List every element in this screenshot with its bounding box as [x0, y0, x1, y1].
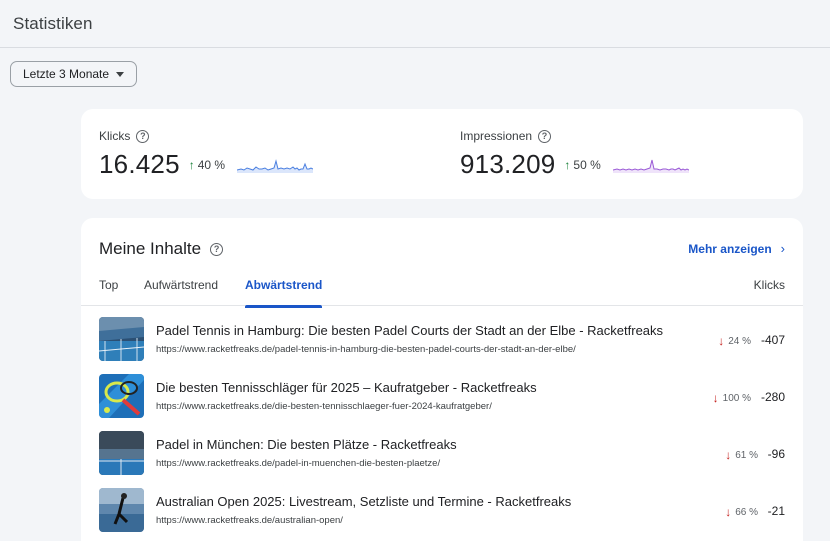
row-url: https://www.racketfreaks.de/die-besten-t…	[156, 401, 492, 412]
row-title[interactable]: Padel Tennis in Hamburg: Die besten Pade…	[156, 323, 663, 338]
row-change-value: 66 %	[735, 506, 758, 518]
column-header-clicks[interactable]: Klicks	[754, 278, 785, 292]
page-title: Statistiken	[13, 14, 93, 33]
trend-indicator: ↑ 40 %	[189, 158, 225, 172]
row-change-value: 61 %	[735, 449, 758, 461]
row-url: https://www.racketfreaks.de/padel-tennis…	[156, 344, 576, 355]
content-card: Meine Inhalte ? Mehr anzeigen › Top Aufw…	[81, 218, 803, 541]
help-icon[interactable]: ?	[210, 242, 224, 256]
row-title[interactable]: Die besten Tennisschläger für 2025 – Kau…	[156, 380, 537, 395]
list-item[interactable]: Die besten Tennisschläger für 2025 – Kau…	[81, 374, 803, 420]
arrow-up-icon: ↑	[564, 157, 571, 172]
row-change: ↓ 66 %	[725, 505, 758, 519]
arrow-down-icon: ↓	[725, 448, 732, 462]
date-range-select[interactable]: Letzte 3 Monate	[10, 61, 137, 87]
row-clicks: -21	[767, 504, 785, 518]
help-icon[interactable]: ?	[136, 129, 150, 143]
metric-clicks: Klicks ? 16.425 ↑ 40 %	[99, 109, 439, 199]
row-clicks: -407	[760, 333, 785, 347]
page: Statistiken Letzte 3 Monate Klicks ? 16.…	[0, 0, 830, 541]
row-title[interactable]: Padel in München: Die besten Plätze - Ra…	[156, 437, 457, 452]
arrow-down-icon: ↓	[712, 391, 719, 405]
chevron-right-icon: ›	[780, 241, 785, 256]
trend-indicator: ↑ 50 %	[564, 158, 600, 172]
caret-down-icon	[116, 72, 124, 77]
help-icon[interactable]: ?	[538, 129, 552, 143]
list-item[interactable]: Padel Tennis in Hamburg: Die besten Pade…	[81, 317, 803, 363]
arrow-up-icon: ↑	[188, 157, 195, 172]
clicks-sparkline	[237, 158, 314, 173]
trend-value: 40 %	[197, 157, 226, 172]
show-more-link[interactable]: Mehr anzeigen ›	[688, 241, 785, 256]
row-change: ↓ 61 %	[725, 448, 758, 462]
row-url: https://www.racketfreaks.de/australian-o…	[156, 515, 343, 526]
row-title[interactable]: Australian Open 2025: Livestream, Setzli…	[156, 494, 571, 509]
thumbnail-image	[99, 317, 144, 361]
metric-label: Impressionen	[460, 129, 533, 143]
content-title: Meine Inhalte ?	[99, 239, 224, 259]
list-item[interactable]: Australian Open 2025: Livestream, Setzli…	[81, 488, 803, 534]
row-change: ↓ 24 %	[718, 334, 751, 348]
arrow-down-icon: ↓	[725, 505, 732, 519]
date-range-label: Letzte 3 Monate	[23, 67, 110, 81]
tab-rising[interactable]: Aufwärtstrend	[144, 278, 218, 306]
stats-card: Klicks ? 16.425 ↑ 40 % Impressionen ? 91…	[81, 109, 803, 199]
row-change: ↓ 100 %	[713, 391, 751, 405]
impressions-sparkline	[612, 159, 689, 173]
row-clicks: -96	[767, 447, 785, 461]
show-more-label: Mehr anzeigen	[688, 241, 772, 256]
row-change-value: 24 %	[728, 335, 751, 347]
content-tabs: Top Aufwärtstrend Abwärtstrend	[81, 271, 803, 308]
row-change-value: 100 %	[722, 392, 751, 404]
section-title: Meine Inhalte	[99, 239, 202, 258]
row-url: https://www.racketfreaks.de/padel-in-mue…	[156, 458, 441, 469]
thumbnail-image	[99, 488, 144, 532]
metric-value: 913.209	[460, 149, 556, 179]
metric-impressions: Impressionen ? 913.209 ↑ 50 %	[460, 109, 790, 199]
tab-top[interactable]: Top	[99, 278, 118, 306]
metric-label: Klicks	[99, 129, 131, 143]
tab-falling[interactable]: Abwärtstrend	[245, 278, 323, 308]
thumbnail-image	[99, 431, 144, 475]
thumbnail-image	[99, 374, 144, 418]
list-item[interactable]: Padel in München: Die besten Plätze - Ra…	[81, 431, 803, 477]
row-clicks: -280	[760, 390, 785, 404]
trend-value: 50 %	[573, 157, 601, 172]
page-header: Statistiken	[0, 0, 830, 48]
arrow-down-icon: ↓	[718, 334, 725, 348]
metric-value: 16.425	[99, 149, 180, 179]
